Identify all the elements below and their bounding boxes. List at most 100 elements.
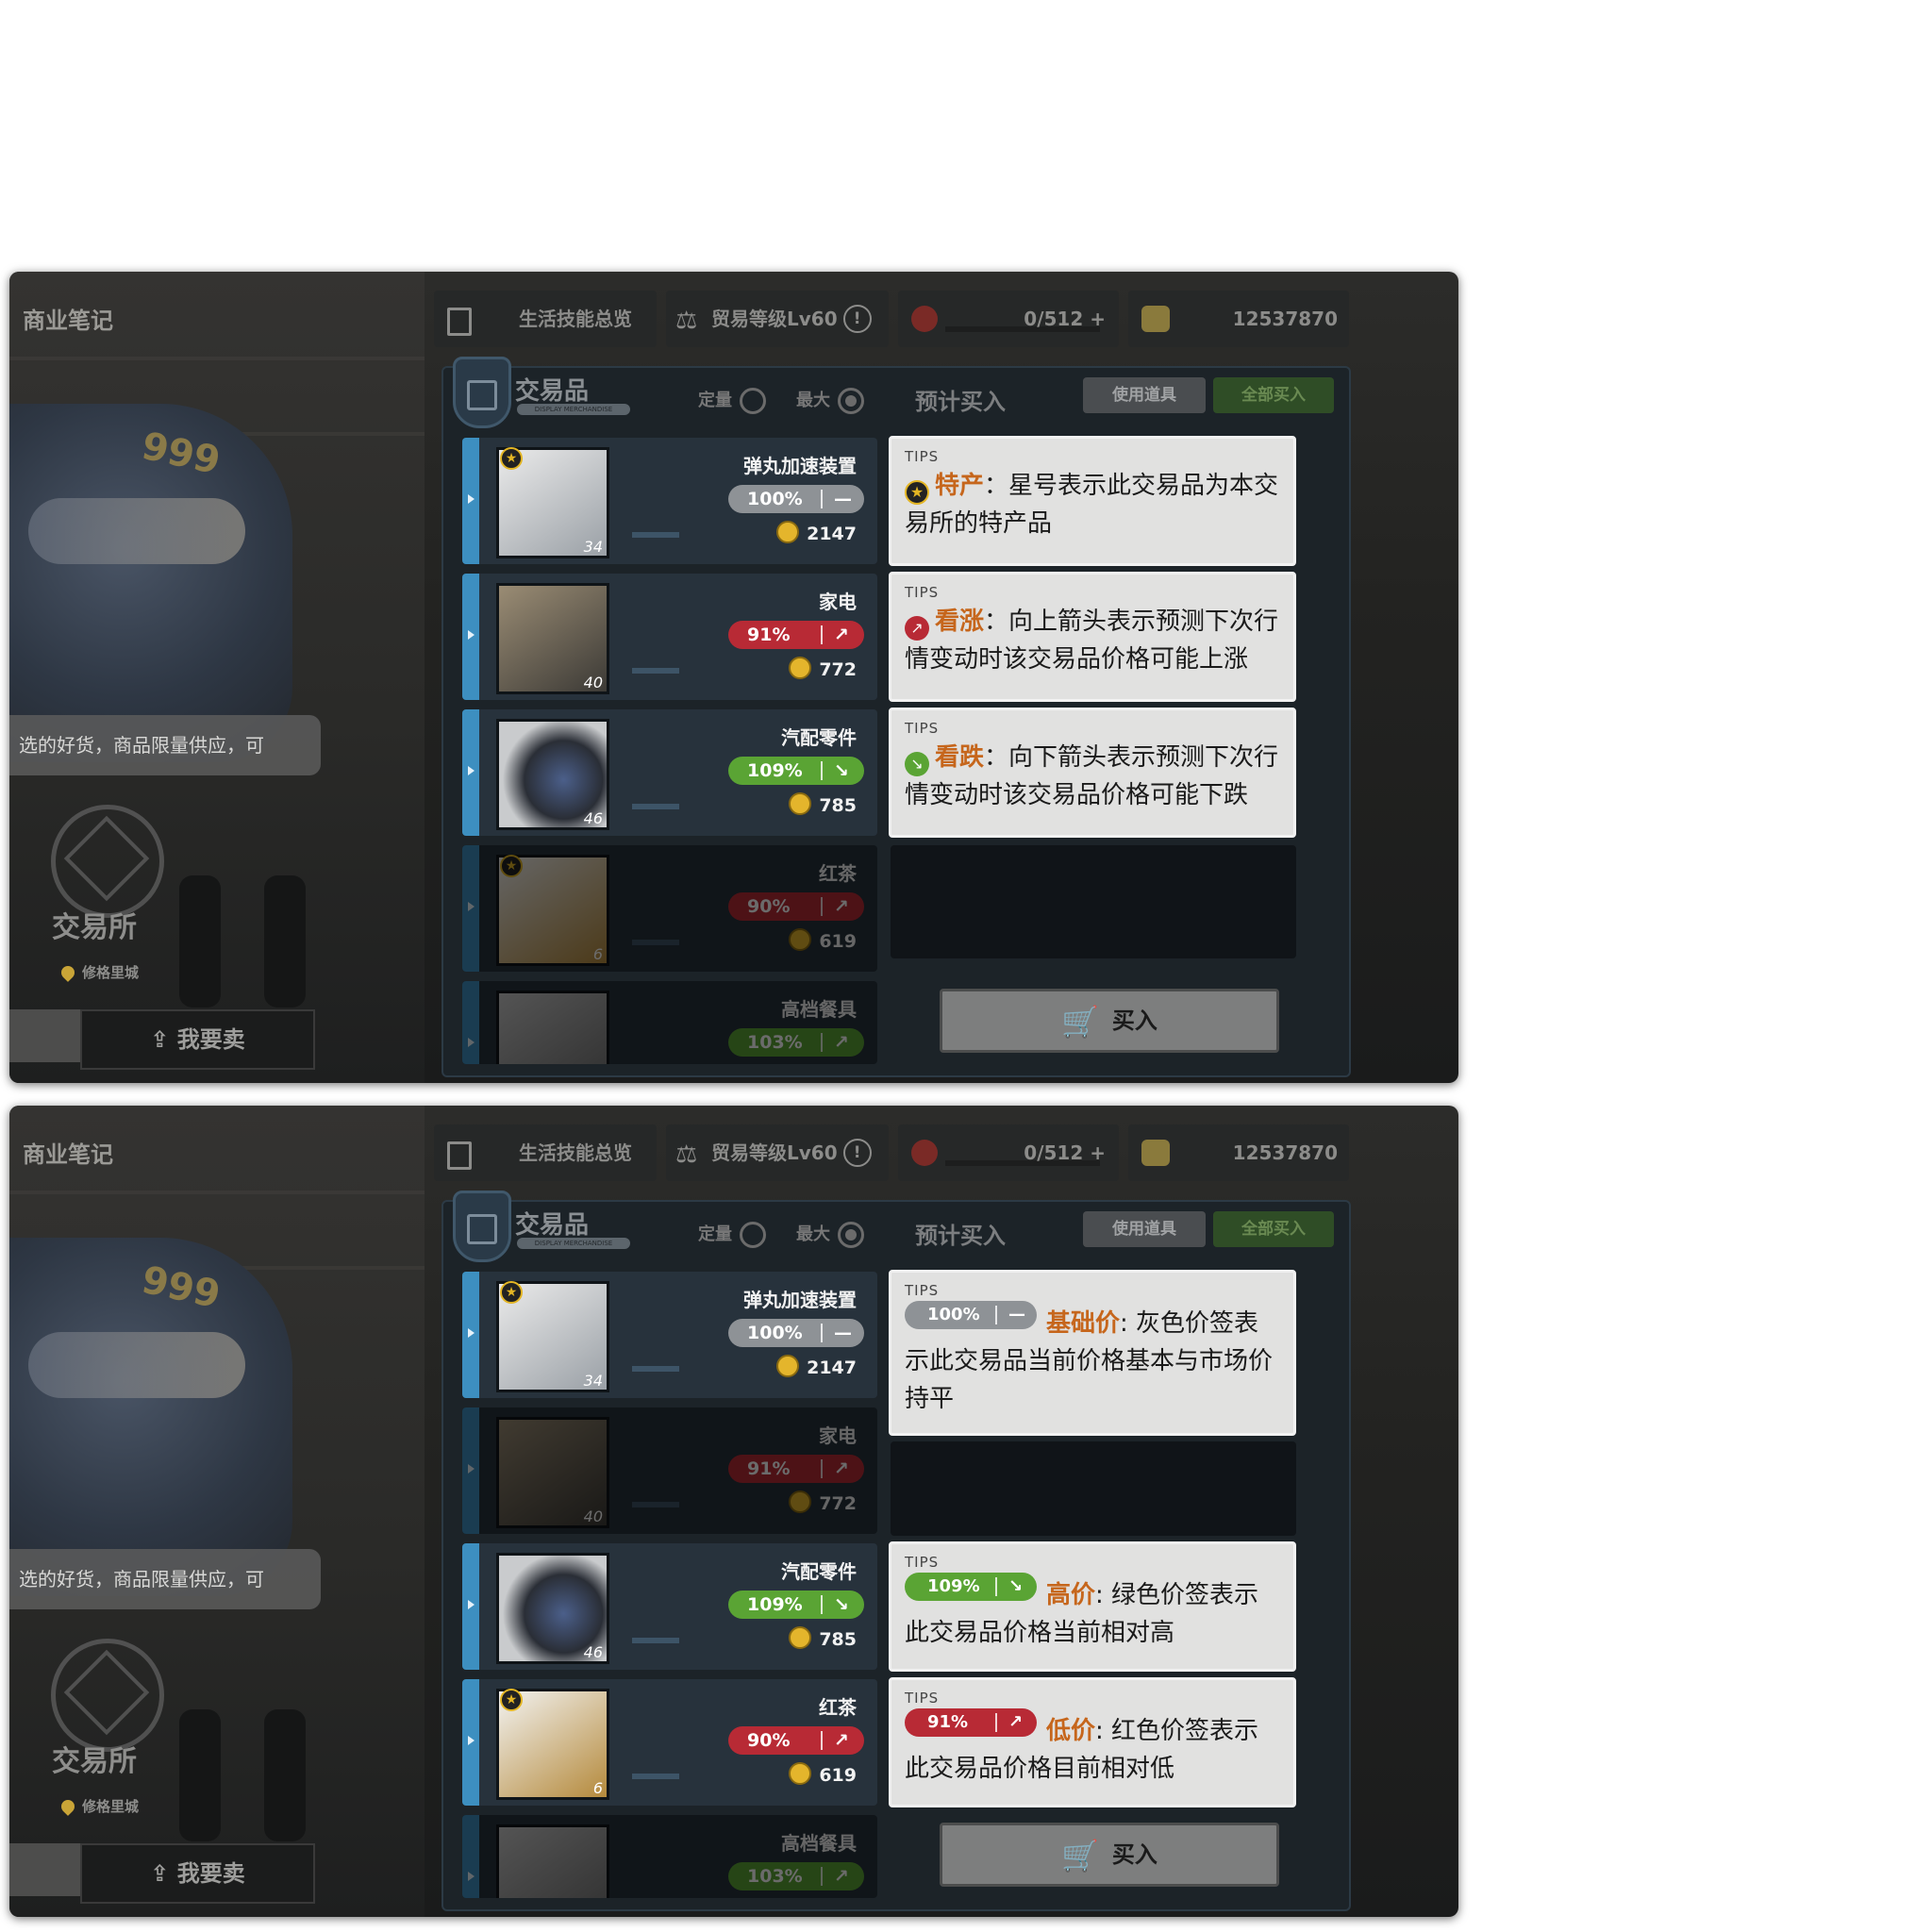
business-notes-button[interactable]: 商业笔记 (9, 300, 136, 341)
item-price: 2147 (776, 1355, 857, 1378)
row-decoration (632, 804, 679, 809)
life-skills-button[interactable]: 生活技能总览 (434, 1124, 657, 1181)
trend-icon: — (834, 1323, 852, 1343)
gold-value: 12537870 (1232, 1141, 1338, 1164)
notes-label: 商业笔记 (23, 308, 113, 334)
trade-level-button[interactable]: ⚖ 贸易等级Lv60! (666, 1124, 889, 1181)
arrow-down-icon: ↘ (1008, 1576, 1024, 1596)
mode-max-label: 最大 (796, 391, 830, 410)
item-row[interactable]: 6 ★ 红茶 90% ↗ 619 (462, 845, 877, 972)
buy-button[interactable]: 🛒 买入 (940, 989, 1279, 1053)
use-item-button[interactable]: 使用道具 (1083, 1211, 1206, 1247)
price-tag: 90% ↗ (728, 892, 864, 921)
price-value: 772 (819, 1493, 857, 1514)
item-row[interactable]: 高档餐具 103% ↗ (462, 1815, 877, 1898)
price-tag: 103% ↗ (728, 1028, 864, 1057)
item-row[interactable]: 46 汽配零件 109% ↘ 785 (462, 1543, 877, 1670)
arrow-down-icon: ↘ (905, 752, 929, 776)
row-accent (462, 574, 479, 700)
add-capacity-button[interactable]: + (1090, 308, 1106, 330)
item-name: 家电 (819, 591, 857, 613)
item-price: 772 (789, 657, 857, 680)
npc-dialog-bubble: 选的好货，商品限量供应，可 (9, 715, 321, 775)
item-row[interactable]: 高档餐具 103% ↗ (462, 981, 877, 1064)
buy-button[interactable]: 🛒 买入 (940, 1823, 1279, 1887)
mode-max-radio[interactable]: 最大 (796, 1221, 864, 1248)
mode-max-radio[interactable]: 最大 (796, 387, 864, 414)
stock-count: 46 (583, 809, 603, 827)
arrow-up-icon: ↗ (834, 896, 849, 917)
coin-icon (776, 521, 800, 543)
add-capacity-button[interactable]: + (1090, 1141, 1106, 1164)
section-title: 交易品 (515, 377, 590, 406)
sell-label: 我要卖 (176, 1026, 245, 1053)
tip-keyword: 看涨 (935, 608, 985, 636)
buy-all-button[interactable]: 全部买入 (1213, 1211, 1334, 1247)
star-icon: ★ (500, 1689, 523, 1711)
arrow-up-icon: ↗ (1008, 1712, 1024, 1732)
item-row[interactable]: 40 家电 91% ↗ 772 (462, 1407, 877, 1534)
row-decoration (632, 940, 679, 945)
estimate-label: 预计买入 (915, 389, 1006, 415)
life-skills-button[interactable]: 生活技能总览 (434, 291, 657, 347)
coin-icon (789, 928, 812, 951)
exchange-title: 交易所 (52, 1745, 137, 1778)
radio-icon (740, 388, 766, 414)
info-icon: ! (842, 1139, 872, 1167)
shopping-bag-icon (453, 1191, 511, 1262)
row-accent (462, 1407, 479, 1534)
game-screen-1: 999 商业笔记 选的好货，商品限量供应，可 交易所 修格里城 ⇪ 我要卖 生活… (9, 272, 1458, 1083)
upload-icon: ⇪ (150, 1860, 177, 1887)
mode-fixed-radio[interactable]: 定量 (698, 1221, 766, 1248)
use-item-button[interactable]: 使用道具 (1083, 377, 1206, 413)
buy-all-button[interactable]: 全部买入 (1213, 377, 1334, 413)
price-percent: 91% (927, 1712, 969, 1732)
item-price: 2147 (776, 521, 857, 544)
location-pin-icon (58, 963, 77, 982)
flat-icon: — (1008, 1305, 1025, 1324)
emblem-icon (911, 1140, 938, 1166)
mode-fixed-label: 定量 (698, 391, 732, 410)
price-percent: 109% (747, 1594, 803, 1615)
item-row[interactable]: 34 ★ 弹丸加速装置 100% — 2147 (462, 438, 877, 564)
buy-tab[interactable] (9, 1009, 80, 1062)
price-tag: 100% — (728, 485, 864, 513)
trend-icon: — (834, 489, 852, 509)
buy-tab[interactable] (9, 1843, 80, 1896)
tip-label: TIPS (905, 448, 940, 465)
item-row[interactable]: 46 汽配零件 109% ↘ 785 (462, 709, 877, 836)
price-value: 2147 (807, 524, 857, 544)
star-icon: ★ (500, 447, 523, 470)
tip-label: TIPS (905, 1554, 940, 1571)
arrow-up-icon: ↗ (834, 1458, 849, 1479)
location-label: 修格里城 (58, 1796, 139, 1816)
section-subtitle: DISPLAY MERCHANDISE (517, 404, 630, 415)
item-name: 高档餐具 (781, 998, 857, 1021)
row-accent (462, 1272, 479, 1398)
buy-label: 买入 (1111, 1841, 1158, 1868)
price-percent: 91% (747, 625, 791, 645)
sell-button[interactable]: ⇪ 我要卖 (80, 1843, 315, 1904)
item-price: 785 (789, 792, 857, 816)
shopping-bag-icon (453, 357, 511, 428)
item-row[interactable]: 40 家电 91% ↗ 772 (462, 574, 877, 700)
exchange-title: 交易所 (52, 911, 137, 944)
price-percent: 91% (747, 1458, 791, 1479)
trade-level-button[interactable]: ⚖ 贸易等级Lv60! (666, 291, 889, 347)
sell-button[interactable]: ⇪ 我要卖 (80, 1009, 315, 1070)
price-tag: 109% ↘ (728, 757, 864, 785)
business-notes-button[interactable]: 商业笔记 (9, 1134, 136, 1175)
coin-icon (789, 792, 812, 815)
estimate-label: 预计买入 (915, 1223, 1006, 1249)
row-decoration (632, 1638, 679, 1643)
coin-icon (789, 1626, 812, 1649)
item-row[interactable]: 6 ★ 红茶 90% ↗ 619 (462, 1679, 877, 1806)
section-subtitle: DISPLAY MERCHANDISE (517, 1238, 630, 1249)
mode-fixed-radio[interactable]: 定量 (698, 387, 766, 414)
coin-icon (789, 1491, 812, 1513)
item-image: 46 (496, 1553, 609, 1664)
info-panel (891, 1441, 1296, 1536)
tip-label: TIPS (905, 584, 940, 601)
tip-keyword: 低价 (1046, 1717, 1096, 1745)
item-row[interactable]: 34 ★ 弹丸加速装置 100% — 2147 (462, 1272, 877, 1398)
